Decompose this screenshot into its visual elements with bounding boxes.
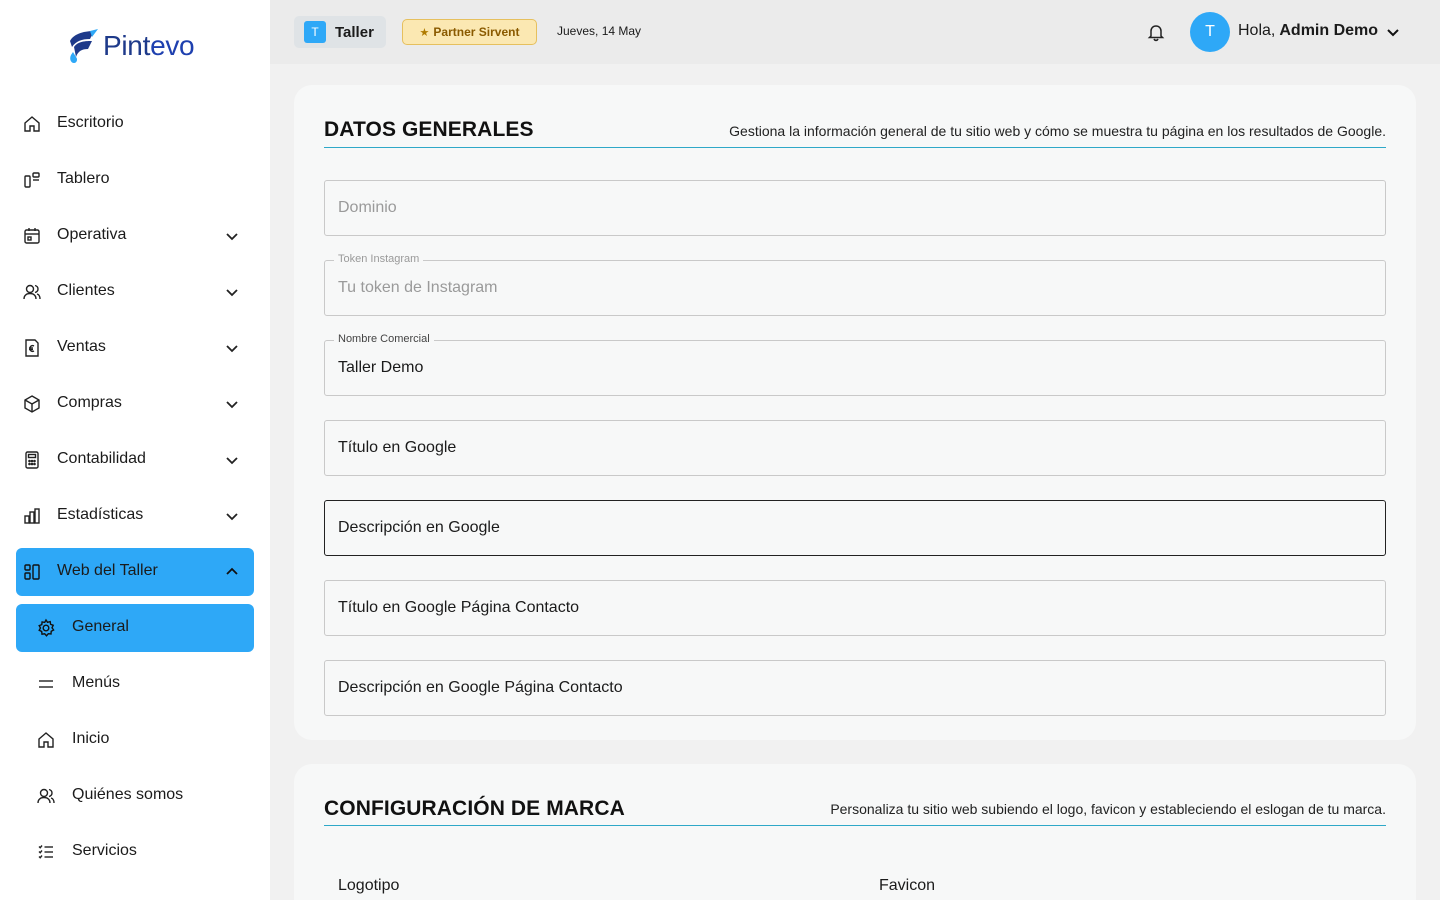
- chevron-down-icon: [226, 233, 238, 241]
- sidebar-item-estadisticas[interactable]: Estadísticas: [16, 492, 254, 540]
- partner-badge: ★ Partner Sirvent: [402, 19, 537, 45]
- partner-label: Partner Sirvent: [433, 25, 520, 39]
- workspace-badge: T: [304, 21, 326, 43]
- google-contact-description-value: Descripción en Google Página Contacto: [338, 679, 623, 696]
- sidebar-item-web-del-taller[interactable]: Web del Taller: [16, 548, 254, 596]
- domain-placeholder: Dominio: [338, 199, 397, 216]
- sidebar-item-operativa[interactable]: Operativa: [16, 212, 254, 260]
- google-contact-description-field[interactable]: Descripción en Google Página Contacto: [324, 660, 1386, 716]
- section-description: Personaliza tu sitio web subiendo el log…: [830, 801, 1386, 817]
- sidebar-item-label: Estadísticas: [57, 506, 144, 523]
- sidebar: Pintevo Escritorio Tablero Operativa Cli…: [0, 0, 270, 900]
- current-date: Jueves, 14 May: [557, 24, 642, 38]
- home-icon: [38, 732, 54, 748]
- sidebar-subitem-label: Quiénes somos: [72, 786, 184, 803]
- sidebar-item-escritorio[interactable]: Escritorio: [16, 100, 254, 148]
- sidebar-subitem-menus[interactable]: Menús: [16, 660, 254, 708]
- calculator-icon: [25, 451, 39, 469]
- layout-icon: [24, 564, 40, 580]
- google-title-field[interactable]: Título en Google: [324, 420, 1386, 476]
- home-icon: [24, 116, 40, 132]
- box-icon: [24, 395, 40, 413]
- general-data-card: DATOS GENERALES Gestiona la información …: [294, 85, 1416, 740]
- google-title-value: Título en Google: [338, 439, 457, 456]
- section-divider: [324, 147, 1386, 148]
- sidebar-item-label: Clientes: [57, 282, 115, 299]
- user-name: Admin Demo: [1279, 22, 1379, 39]
- star-icon: ★: [419, 26, 430, 39]
- invoice-euro-icon: [25, 339, 39, 357]
- sidebar-subitem-label: Servicios: [72, 842, 137, 859]
- chevron-down-icon[interactable]: [1385, 24, 1401, 40]
- sidebar-item-label: Operativa: [57, 226, 127, 243]
- sidebar-item-label: Compras: [57, 394, 122, 411]
- users-icon: [23, 284, 41, 300]
- sidebar-item-label: Contabilidad: [57, 450, 146, 467]
- avatar[interactable]: T: [1190, 12, 1230, 52]
- instagram-token-field[interactable]: Token Instagram Tu token de Instagram: [324, 253, 1386, 316]
- logo-wordmark: Pintevo: [103, 30, 195, 62]
- chevron-down-icon: [226, 289, 238, 297]
- chevron-up-icon: [226, 567, 238, 575]
- gear-icon: [38, 618, 55, 637]
- google-description-value: Descripción en Google: [338, 519, 500, 536]
- section-divider: [324, 825, 1386, 826]
- greeting-text: Hola,: [1238, 22, 1276, 39]
- domain-field[interactable]: Dominio: [324, 180, 1386, 236]
- user-greeting[interactable]: Hola, Admin Demo: [1238, 22, 1378, 40]
- pintevo-logo[interactable]: Pintevo: [64, 26, 195, 66]
- brand-config-card: CONFIGURACIÓN DE MARCA Personaliza tu si…: [294, 764, 1416, 900]
- sidebar-subitem-general[interactable]: General: [16, 604, 254, 652]
- logo-label: Logotipo: [338, 877, 400, 894]
- sidebar-subitem-label: General: [72, 618, 129, 635]
- workspace-selector[interactable]: T Taller: [294, 16, 386, 48]
- favicon-label: Favicon: [879, 877, 936, 894]
- trade-name-label: Nombre Comercial: [334, 333, 434, 345]
- bell-icon[interactable]: [1146, 22, 1166, 42]
- bar-chart-icon: [24, 508, 40, 524]
- logo-text-a: Pint: [103, 30, 151, 61]
- checklist-icon: [38, 845, 53, 859]
- sidebar-item-contabilidad[interactable]: Contabilidad: [16, 436, 254, 484]
- sidebar-subitem-inicio[interactable]: Inicio: [16, 716, 254, 764]
- sidebar-subitem-label: Inicio: [72, 730, 110, 747]
- google-contact-title-field[interactable]: Título en Google Página Contacto: [324, 580, 1386, 636]
- sidebar-item-label: Web del Taller: [57, 562, 158, 579]
- sidebar-item-ventas[interactable]: Ventas: [16, 324, 254, 372]
- kanban-icon: [24, 172, 40, 188]
- chevron-down-icon: [226, 457, 238, 465]
- instagram-token-placeholder: Tu token de Instagram: [338, 279, 498, 296]
- trade-name-field[interactable]: Nombre Comercial Taller Demo: [324, 333, 1386, 396]
- sidebar-subitem-label: Menús: [72, 674, 121, 691]
- chevron-down-icon: [226, 401, 238, 409]
- sidebar-item-tablero[interactable]: Tablero: [16, 156, 254, 204]
- sidebar-item-clientes[interactable]: Clientes: [16, 268, 254, 316]
- google-description-field[interactable]: Descripción en Google: [324, 500, 1386, 556]
- sidebar-item-label: Tablero: [57, 170, 110, 187]
- trade-name-value: Taller Demo: [338, 359, 424, 376]
- pintevo-logo-icon: [70, 29, 98, 63]
- chevron-down-icon: [226, 513, 238, 521]
- sidebar-subitem-quienes-somos[interactable]: Quiénes somos: [16, 772, 254, 820]
- sidebar-item-compras[interactable]: Compras: [16, 380, 254, 428]
- menu-lines-icon: [39, 680, 53, 688]
- workspace-name: Taller: [335, 23, 374, 41]
- section-title: CONFIGURACIÓN DE MARCA: [324, 797, 625, 820]
- sidebar-item-label: Ventas: [57, 338, 106, 355]
- chevron-down-icon: [226, 345, 238, 353]
- instagram-token-label: Token Instagram: [334, 253, 424, 265]
- logo-text-b: evo: [150, 30, 195, 61]
- section-description: Gestiona la información general de tu si…: [729, 123, 1386, 139]
- users-icon: [37, 788, 55, 804]
- google-contact-title-value: Título en Google Página Contacto: [338, 599, 580, 616]
- sidebar-subitem-servicios[interactable]: Servicios: [16, 828, 254, 876]
- sidebar-item-label: Escritorio: [57, 114, 124, 131]
- section-title: DATOS GENERALES: [324, 118, 534, 141]
- calendar-icon: [24, 228, 40, 244]
- topbar: T Taller ★ Partner Sirvent Jueves, 14 Ma…: [270, 0, 1440, 64]
